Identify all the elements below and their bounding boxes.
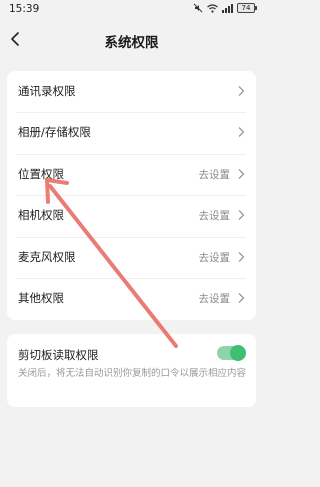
signal-icon: [222, 3, 233, 13]
clipboard-description: 关闭后，将无法自动识别你复制的口令以展示相应内容: [18, 368, 247, 379]
page-title: 系统权限: [104, 35, 159, 51]
chevron-right-icon: [238, 127, 245, 137]
toggle-knob: [230, 345, 246, 361]
permission-row-location[interactable]: 位置权限 去设置: [7, 154, 256, 195]
permission-action: 去设置: [198, 210, 231, 222]
permission-row-camera[interactable]: 相机权限 去设置: [7, 195, 256, 236]
permission-label: 相机权限: [18, 208, 64, 222]
clipboard-toggle[interactable]: [217, 345, 246, 361]
chevron-right-icon: [238, 210, 245, 220]
permission-label: 其他权限: [18, 291, 64, 305]
permission-label: 位置权限: [18, 167, 64, 181]
clipboard-title: 剪切板读取权限: [18, 348, 99, 362]
status-time: 15:39: [9, 3, 40, 15]
permission-row-microphone[interactable]: 麦克风权限 去设置: [7, 237, 256, 278]
permission-row-contacts[interactable]: 通讯录权限: [7, 71, 256, 112]
battery-icon: 74: [237, 3, 257, 13]
nav-bar: 系统权限: [0, 24, 263, 56]
permission-label: 麦克风权限: [18, 250, 76, 264]
chevron-right-icon: [238, 86, 245, 96]
permission-label: 通讯录权限: [18, 84, 76, 98]
permission-action: 去设置: [198, 169, 231, 181]
permission-row-storage[interactable]: 相册/存储权限: [7, 112, 256, 153]
permission-row-other[interactable]: 其他权限 去设置: [7, 278, 256, 319]
permissions-card: 通讯录权限 相册/存储权限 位置权限 去设置 相机权限 去设置 麦克风权限 去设…: [7, 71, 256, 320]
chevron-right-icon: [238, 169, 245, 179]
chevron-right-icon: [238, 252, 245, 262]
permission-action: 去设置: [198, 252, 231, 264]
permission-label: 相册/存储权限: [18, 125, 91, 139]
mute-icon: [193, 3, 203, 13]
permission-action: 去设置: [198, 293, 231, 305]
clipboard-card: 剪切板读取权限 关闭后，将无法自动识别你复制的口令以展示相应内容: [7, 334, 256, 407]
chevron-right-icon: [238, 293, 245, 303]
status-icons: 74: [193, 3, 257, 13]
wifi-icon: [207, 3, 218, 13]
status-bar: 15:39 74: [0, 0, 263, 20]
